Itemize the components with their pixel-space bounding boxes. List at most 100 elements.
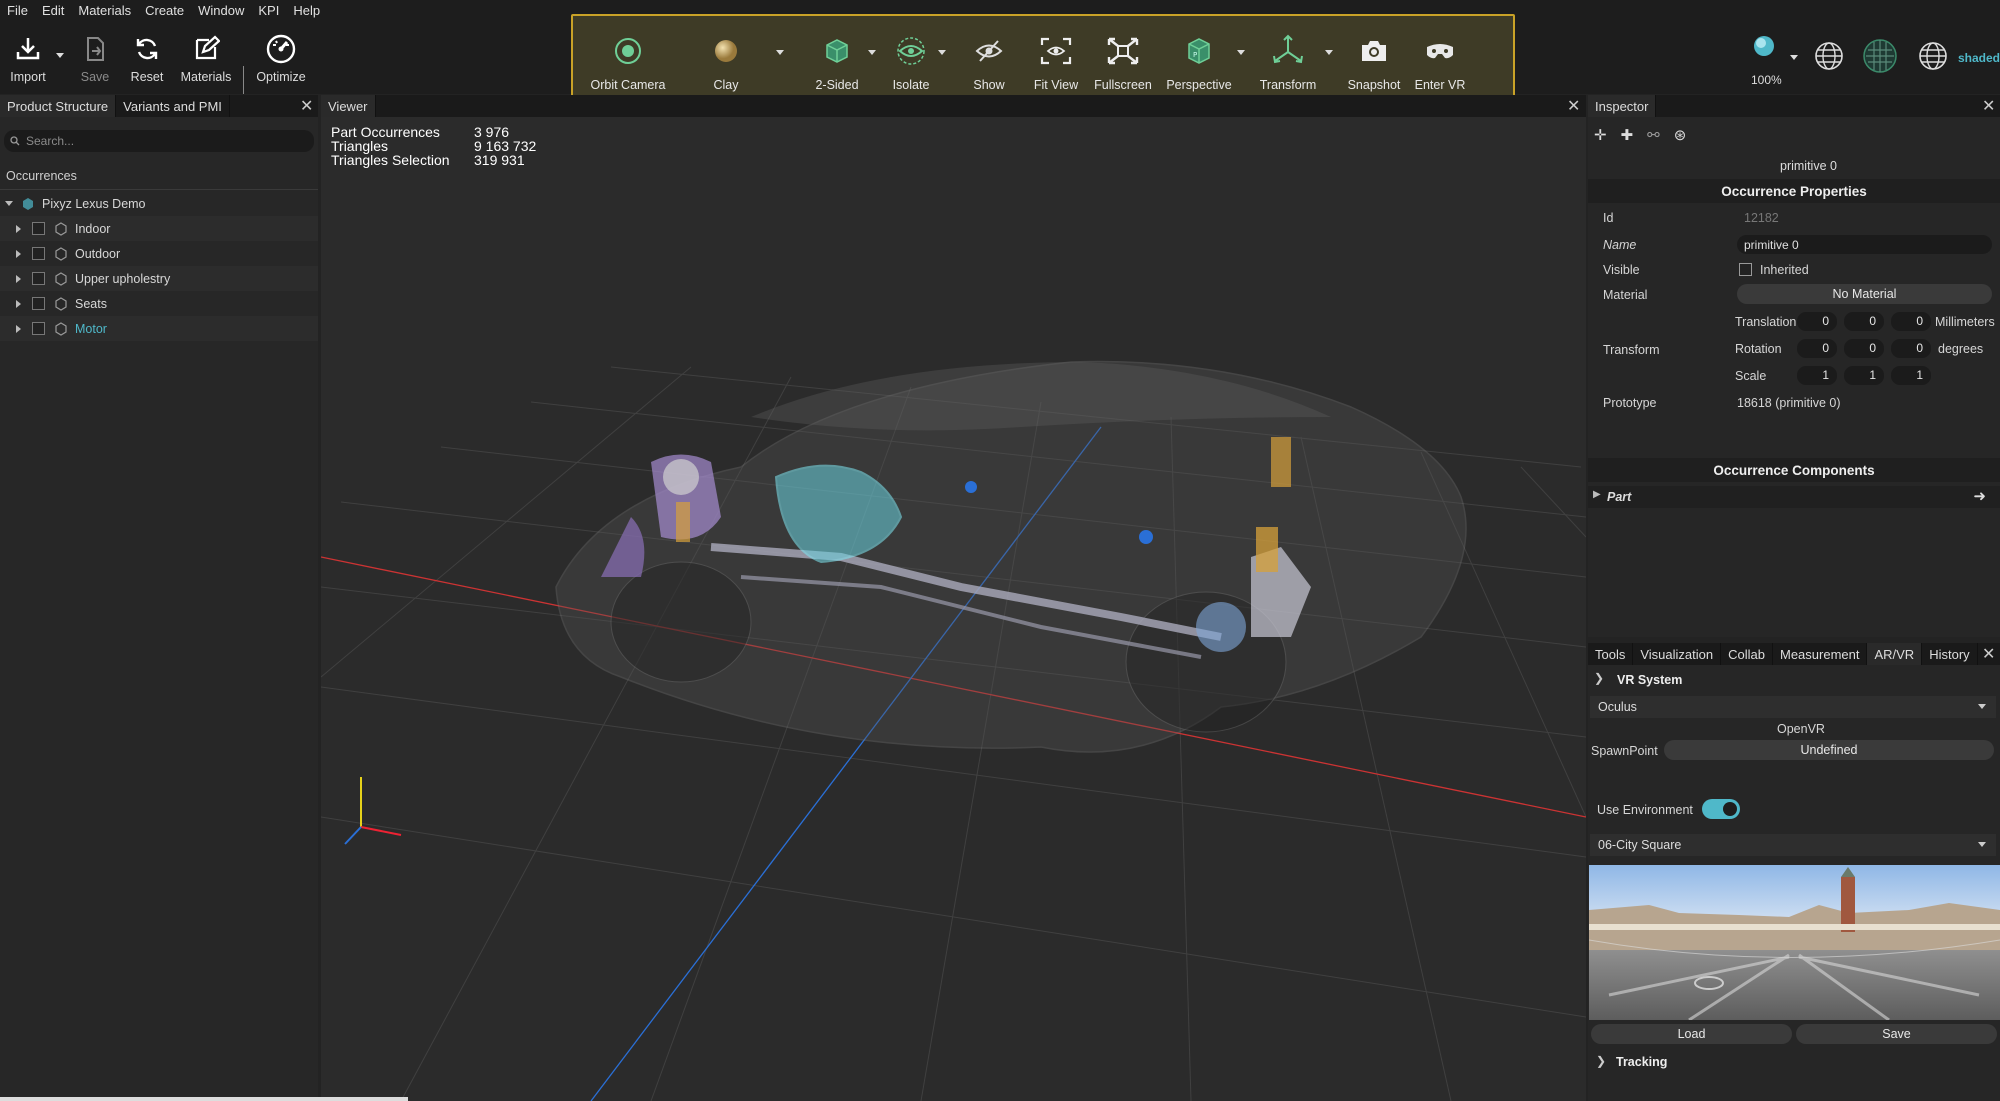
translation-x-input[interactable]: 0 <box>1797 312 1837 331</box>
add-property-icon[interactable]: ✚ <box>1621 126 1634 144</box>
add-component-icon[interactable]: ✛ <box>1594 126 1607 144</box>
tree-item-outdoor[interactable]: Outdoor <box>0 241 318 266</box>
app-window: File Edit Materials Create Window KPI He… <box>0 0 2000 1101</box>
reset-button[interactable]: Reset <box>117 32 177 84</box>
tree-item-upper-upholstery[interactable]: Upper upholestry <box>0 266 318 291</box>
transform-button[interactable]: Transform <box>1243 32 1333 92</box>
menu-materials[interactable]: Materials <box>71 3 138 18</box>
left-panel-close-icon[interactable]: ✕ <box>300 96 313 116</box>
visibility-checkbox[interactable] <box>32 222 45 235</box>
tab-variants-pmi[interactable]: Variants and PMI <box>116 95 230 117</box>
save-env-button[interactable]: Save <box>1796 1024 1997 1044</box>
wireframe-globe-button[interactable] <box>1813 40 1845 75</box>
tab-collab[interactable]: Collab <box>1721 643 1773 665</box>
visibility-checkbox[interactable] <box>32 297 45 310</box>
tab-tools[interactable]: Tools <box>1588 643 1634 665</box>
expand-arrow-icon[interactable] <box>16 224 21 233</box>
menu-file[interactable]: File <box>0 3 35 18</box>
tree-item-indoor[interactable]: Indoor <box>0 216 318 241</box>
enter-vr-button[interactable]: Enter VR <box>1395 32 1485 92</box>
viewport-3d[interactable] <box>320 117 1587 1101</box>
translation-y-input[interactable]: 0 <box>1844 312 1884 331</box>
tab-visualization[interactable]: Visualization <box>1633 643 1722 665</box>
name-field[interactable]: primitive 0 <box>1737 235 1992 254</box>
import-dropdown-icon[interactable] <box>56 53 64 58</box>
menu-window[interactable]: Window <box>191 3 251 18</box>
expand-arrow-icon[interactable] <box>16 299 21 308</box>
goto-arrow-icon[interactable]: ➜ <box>1973 487 1986 505</box>
prototype-value: 18618 (primitive 0) <box>1737 396 1841 410</box>
tree-item-label: Outdoor <box>75 246 121 261</box>
tab-ar-vr[interactable]: AR/VR <box>1867 643 1923 665</box>
goto-icon[interactable]: ⊛ <box>1674 126 1687 144</box>
search-input[interactable]: Search... <box>4 130 314 152</box>
part-hex-icon <box>55 296 67 311</box>
menu-create[interactable]: Create <box>138 3 191 18</box>
tree-item-label: Indoor <box>75 221 111 236</box>
clay-button[interactable]: Clay <box>681 32 771 92</box>
chevron-down-icon[interactable]: ❯ <box>1594 671 1604 685</box>
import-button[interactable]: Import <box>0 32 58 84</box>
inspector-close-icon[interactable]: ✕ <box>1982 96 1995 116</box>
tab-inspector[interactable]: Inspector <box>1588 95 1657 117</box>
occurrence-components-header: Occurrence Components <box>1588 458 2000 482</box>
render-mode-button[interactable] <box>1750 32 1778 63</box>
scene-stats: Part Occurrences 3 976 Triangles 9 163 732… <box>331 125 536 167</box>
rotation-z-input[interactable]: 0 <box>1891 339 1931 358</box>
inherited-checkbox[interactable] <box>1739 263 1752 276</box>
expand-arrow-icon[interactable]: ▶ <box>1593 489 1601 500</box>
translation-z-input[interactable]: 0 <box>1891 312 1931 331</box>
isolate-button[interactable]: Isolate <box>866 32 956 92</box>
orbit-camera-button[interactable]: Orbit Camera <box>583 32 673 92</box>
load-button[interactable]: Load <box>1591 1024 1792 1044</box>
viewer-close-icon[interactable]: ✕ <box>1567 96 1580 116</box>
bottom-panel-close-icon[interactable]: ✕ <box>1982 644 1995 664</box>
expand-arrow-icon[interactable] <box>16 274 21 283</box>
part-hex-icon <box>55 221 67 236</box>
tree-root[interactable]: Pixyz Lexus Demo <box>0 191 318 216</box>
chevron-right-icon[interactable]: ❯ <box>1596 1054 1606 1068</box>
clay-dropdown-icon[interactable] <box>776 50 784 55</box>
city-square-panorama <box>1589 865 2000 1020</box>
menu-kpi[interactable]: KPI <box>251 3 286 18</box>
tab-measurement[interactable]: Measurement <box>1773 643 1868 665</box>
scale-z-input[interactable]: 1 <box>1891 366 1931 385</box>
render-mode-dropdown-icon[interactable] <box>1790 55 1798 60</box>
optimize-button[interactable]: Optimize <box>251 32 311 84</box>
perspective-button[interactable]: P Perspective <box>1154 32 1244 92</box>
visibility-checkbox[interactable] <box>32 272 45 285</box>
vr-system-header: VR System <box>1617 673 1683 687</box>
vr-device-select[interactable]: Oculus <box>1590 696 1996 718</box>
rotation-y-input[interactable]: 0 <box>1844 339 1884 358</box>
scale-x-input[interactable]: 1 <box>1797 366 1837 385</box>
tab-viewer[interactable]: Viewer <box>321 95 376 117</box>
link-icon[interactable]: ⚯ <box>1647 126 1660 144</box>
tab-product-structure[interactable]: Product Structure <box>0 95 117 117</box>
shaded-globe-button[interactable] <box>1917 40 1949 75</box>
spawnpoint-button[interactable]: Undefined <box>1664 740 1994 760</box>
use-environment-toggle[interactable] <box>1702 799 1740 819</box>
material-button[interactable]: No Material <box>1737 284 1992 304</box>
visibility-checkbox[interactable] <box>32 322 45 335</box>
menu-edit[interactable]: Edit <box>35 3 71 18</box>
tracking-header: Tracking <box>1616 1055 1668 1069</box>
expand-arrow-icon[interactable] <box>16 249 21 258</box>
environment-select[interactable]: 06-City Square <box>1590 834 1996 856</box>
collapse-arrow-icon[interactable] <box>5 201 13 206</box>
scale-y-input[interactable]: 1 <box>1844 366 1884 385</box>
tree-item-seats[interactable]: Seats <box>0 291 318 316</box>
expand-arrow-icon[interactable] <box>16 324 21 333</box>
checker-globe-button[interactable] <box>1862 38 1898 77</box>
visibility-checkbox[interactable] <box>32 247 45 260</box>
part-component-row[interactable]: ▶ Part ➜ <box>1588 486 2000 508</box>
rotation-x-input[interactable]: 0 <box>1797 339 1837 358</box>
menu-help[interactable]: Help <box>286 3 327 18</box>
shaded-label: shaded <box>1958 51 2000 65</box>
materials-button[interactable]: Materials <box>176 32 236 84</box>
status-progress-bar <box>0 1097 408 1101</box>
save-button[interactable]: Save <box>65 32 125 84</box>
tree-item-motor[interactable]: Motor <box>0 316 318 341</box>
divider <box>0 189 318 190</box>
reset-icon <box>130 32 164 66</box>
tab-history[interactable]: History <box>1922 643 1978 665</box>
